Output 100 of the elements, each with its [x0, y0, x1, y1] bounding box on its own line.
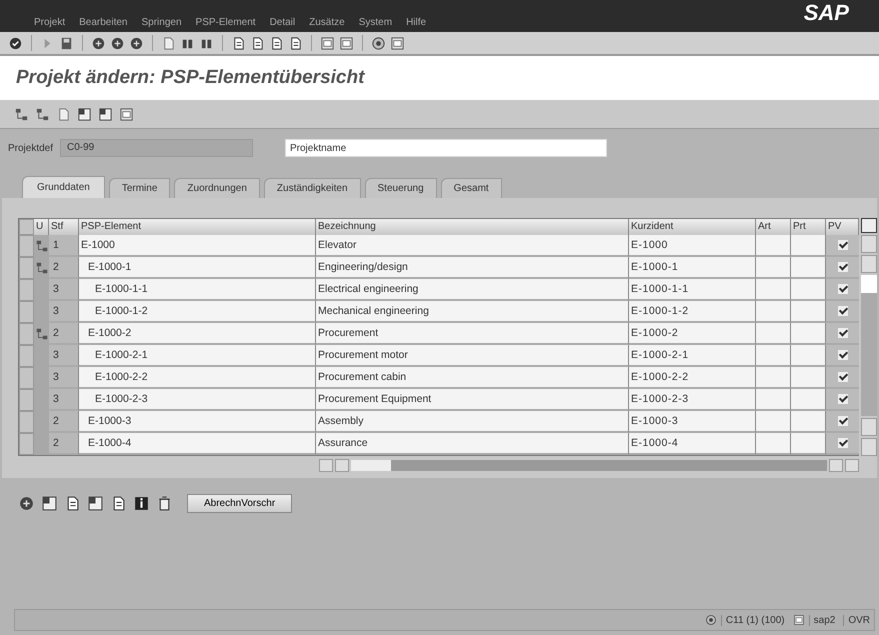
settlement-button[interactable]: AbrechnVorschr — [187, 494, 292, 513]
table-cell: 2 — [49, 433, 79, 455]
table-cell — [791, 235, 826, 257]
column-header[interactable]: Art — [756, 219, 791, 235]
table-cell — [791, 323, 826, 345]
checkbox[interactable] — [838, 350, 848, 360]
table-cell: Procurement Equipment — [316, 389, 629, 411]
table-cell — [791, 389, 826, 411]
table-cell: E-1000-2-1 — [629, 345, 756, 367]
table-cell: Assembly — [316, 411, 629, 433]
column-header[interactable]: Bezeichnung — [316, 219, 629, 235]
checkbox[interactable] — [838, 284, 848, 294]
table-cell: E-1000-4 — [629, 433, 756, 455]
tab[interactable]: Termine — [108, 178, 170, 198]
checkbox[interactable] — [838, 372, 848, 382]
table-cell: 3 — [49, 389, 79, 411]
table-cell: Procurement motor — [316, 345, 629, 367]
column-header[interactable]: Kurzident — [629, 219, 756, 235]
table-cell — [756, 411, 791, 433]
tab[interactable]: Gesamt — [440, 178, 502, 198]
table-cell — [791, 257, 826, 279]
table-cell — [791, 433, 826, 455]
table-cell: E-1000-1-1 — [79, 279, 316, 301]
table-cell: E-1000-2-1 — [79, 345, 316, 367]
checkbox[interactable] — [838, 306, 848, 316]
table-cell: E-1000-3 — [79, 411, 316, 433]
save-icon[interactable] — [59, 36, 74, 50]
table-cell: E-1000 — [79, 235, 316, 257]
checkbox[interactable] — [838, 328, 848, 338]
scroll-thumb[interactable] — [351, 460, 391, 470]
tab[interactable]: Grunddaten — [22, 176, 105, 198]
table-cell: E-1000-1-2 — [79, 301, 316, 323]
scroll-thumb[interactable] — [861, 275, 877, 293]
hierarchy-icon — [34, 261, 48, 275]
hierarchy-icon — [34, 239, 48, 253]
select-all-cell[interactable] — [19, 219, 34, 235]
table-cell: E-1000-2-3 — [79, 389, 316, 411]
menu-item[interactable]: Bearbeiten — [79, 17, 128, 28]
menu-item[interactable]: Hilfe — [406, 17, 426, 28]
table-cell: E-1000-2 — [79, 323, 316, 345]
table-cell: Procurement — [316, 323, 629, 345]
table-cell: E-1000-3 — [629, 411, 756, 433]
column-header[interactable]: PV — [826, 219, 859, 235]
column-header[interactable]: U — [34, 219, 49, 235]
table-cell: E-1000-2-2 — [629, 367, 756, 389]
checkbox[interactable] — [838, 240, 848, 250]
project-name-field[interactable]: Projektname — [285, 139, 607, 157]
table-cell — [756, 257, 791, 279]
table-cell: Procurement cabin — [316, 367, 629, 389]
table-cell — [756, 433, 791, 455]
table-cell — [791, 279, 826, 301]
system-field: C11 (1) (100) — [720, 614, 789, 626]
checkbox[interactable] — [838, 262, 848, 272]
table-cell: 3 — [49, 279, 79, 301]
menu-item[interactable]: Zusätze — [309, 17, 345, 28]
table-cell: 3 — [49, 301, 79, 323]
table-cell — [791, 367, 826, 389]
menu-item[interactable]: Springen — [142, 17, 182, 28]
delete-icon[interactable] — [156, 495, 173, 512]
table-cell: 2 — [49, 411, 79, 433]
column-header[interactable]: Prt — [791, 219, 826, 235]
tab[interactable]: Steuerung — [364, 178, 437, 198]
table-cell — [756, 301, 791, 323]
table-cell — [34, 433, 49, 455]
table-cell: E-1000-1 — [629, 257, 756, 279]
checkbox[interactable] — [838, 438, 848, 448]
column-header[interactable]: Stf — [49, 219, 79, 235]
table-cell — [756, 279, 791, 301]
table-cell — [756, 323, 791, 345]
menu-item[interactable]: PSP-Element — [196, 17, 256, 28]
table-cell: E-1000-1-2 — [629, 301, 756, 323]
table-cell: 2 — [49, 323, 79, 345]
server-field: sap2 — [808, 614, 840, 626]
table-cell — [791, 411, 826, 433]
checkbox[interactable] — [838, 416, 848, 426]
table-cell — [756, 367, 791, 389]
table-cell: E-1000-2-2 — [79, 367, 316, 389]
table-cell: Engineering/design — [316, 257, 629, 279]
table-cell: Elevator — [316, 235, 629, 257]
info-icon[interactable] — [133, 495, 150, 512]
menu-item[interactable]: Detail — [270, 17, 296, 28]
hierarchy-icon[interactable] — [14, 106, 29, 122]
table-cell — [756, 345, 791, 367]
tab[interactable]: Zuordnungen — [174, 178, 260, 198]
table-cell — [756, 235, 791, 257]
menu-item[interactable]: System — [358, 17, 392, 28]
structure-icon[interactable] — [35, 106, 50, 122]
table-cell: Mechanical engineering — [316, 301, 629, 323]
table-cell: 2 — [49, 257, 79, 279]
table-settings-icon[interactable] — [861, 218, 877, 233]
checkbox[interactable] — [838, 394, 848, 404]
menu-item[interactable]: Projekt — [34, 17, 66, 28]
table-cell: E-1000 — [629, 235, 756, 257]
table-cell: 3 — [49, 345, 79, 367]
tab[interactable]: Zuständigkeiten — [264, 178, 361, 198]
table-cell — [791, 345, 826, 367]
enter-icon[interactable] — [8, 36, 23, 50]
column-header[interactable]: PSP-Element — [79, 219, 316, 235]
project-field: C0-99 — [60, 139, 253, 157]
field-label: Projektdef — [8, 142, 54, 154]
